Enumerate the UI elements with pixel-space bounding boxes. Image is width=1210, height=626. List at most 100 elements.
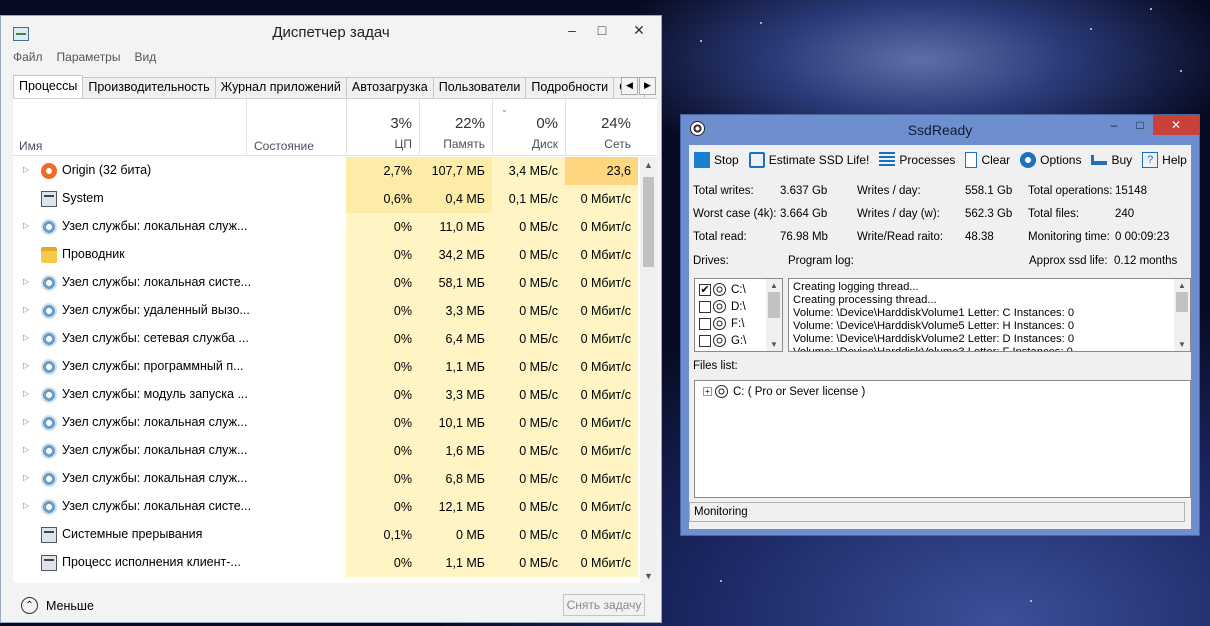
tab-processes[interactable]: Процессы bbox=[13, 75, 84, 98]
expand-arrow-icon[interactable]: ▷ bbox=[23, 361, 29, 370]
cell-mem: 1,6 МБ bbox=[419, 437, 492, 465]
clear-button[interactable]: Clear bbox=[965, 152, 1010, 168]
stat-label: Writes / day (w): bbox=[857, 208, 940, 220]
tab-users[interactable]: Пользователи bbox=[432, 77, 527, 98]
drives-scrollbar[interactable]: ▲ ▼ bbox=[766, 279, 782, 351]
drive-label: C:\ bbox=[731, 283, 746, 296]
drive-item[interactable]: ✔ C:\ bbox=[699, 282, 746, 297]
buy-button[interactable]: Buy bbox=[1091, 153, 1132, 167]
program-log[interactable]: Creating logging thread... Creating proce… bbox=[788, 278, 1191, 352]
expand-arrow-icon[interactable]: ▷ bbox=[23, 221, 29, 230]
expand-arrow-icon[interactable]: ▷ bbox=[23, 277, 29, 286]
column-cpu[interactable]: 3% ЦП bbox=[346, 99, 419, 156]
process-row[interactable]: ▷ Узел службы: локальная служ... 0% 1,6 МБ 0… bbox=[13, 437, 638, 465]
drive-item[interactable]: G:\ bbox=[699, 333, 746, 348]
process-row[interactable]: ▷ Узел службы: локальная систе... 0% 58,1 М… bbox=[13, 269, 638, 297]
process-row[interactable]: Системные прерывания 0,1% 0 МБ 0 МБ/с 0 Мбит… bbox=[13, 521, 638, 549]
stat-label: Worst case (4k): bbox=[693, 208, 777, 220]
column-network[interactable]: 24% Сеть bbox=[565, 99, 638, 156]
cell-mem: 11,0 МБ bbox=[419, 213, 492, 241]
process-row[interactable]: ▷ Узел службы: модуль запуска ... 0% 3,3 МБ… bbox=[13, 381, 638, 409]
tab-scroll-right-icon[interactable]: ▶ bbox=[639, 77, 656, 95]
drive-checkbox[interactable]: ✔ bbox=[699, 283, 711, 296]
close-button[interactable]: ✕ bbox=[617, 16, 661, 44]
drive-item[interactable]: D:\ bbox=[699, 299, 746, 314]
ssd-title-bar[interactable]: SsdReady – □ ✕ bbox=[681, 115, 1199, 144]
file-tree-node[interactable]: + C: ( Pro or Sever license ) bbox=[703, 385, 865, 398]
process-row[interactable]: ▷ Узел службы: локальная служ... 0% 10,1 МБ… bbox=[13, 409, 638, 437]
minimize-button[interactable]: – bbox=[557, 16, 587, 44]
tab-scroll-left-icon[interactable]: ◀ bbox=[621, 77, 638, 95]
expand-arrow-icon[interactable]: ▷ bbox=[23, 165, 29, 174]
drive-checkbox[interactable] bbox=[699, 334, 711, 347]
maximize-button[interactable]: □ bbox=[587, 16, 617, 44]
gear-icon bbox=[41, 471, 57, 487]
expand-plus-icon[interactable]: + bbox=[703, 387, 712, 396]
column-status[interactable]: Состояние bbox=[246, 99, 346, 156]
process-row[interactable]: ▷ Узел службы: локальная служ... 0% 6,8 МБ 0… bbox=[13, 465, 638, 493]
processes-button[interactable]: Processes bbox=[879, 152, 955, 168]
drive-checkbox[interactable] bbox=[699, 300, 711, 313]
cell-net: 0 Мбит/с bbox=[565, 325, 638, 353]
cell-disk: 0 МБ/с bbox=[492, 297, 565, 325]
expand-arrow-icon[interactable]: ▷ bbox=[23, 333, 29, 342]
cell-mem: 3,3 МБ bbox=[419, 381, 492, 409]
menu-options[interactable]: Параметры bbox=[57, 50, 121, 64]
cell-cpu: 0% bbox=[346, 409, 419, 437]
cell-mem: 107,7 МБ bbox=[419, 157, 492, 185]
end-task-button[interactable]: Снять задачу bbox=[563, 594, 645, 616]
estimate-icon bbox=[748, 152, 765, 168]
options-button[interactable]: Options bbox=[1020, 152, 1081, 168]
process-row[interactable]: ▷ Origin (32 бита) 2,7% 107,7 МБ 3,4 МБ/с 23,… bbox=[13, 157, 638, 206]
process-row[interactable]: Проводник 0% 34,2 МБ 0 МБ/с 0 Мбит/с bbox=[13, 241, 638, 269]
expand-arrow-icon[interactable]: ▷ bbox=[23, 417, 29, 426]
fewer-details-link[interactable]: Меньше bbox=[46, 599, 94, 613]
column-memory[interactable]: 22% Память bbox=[419, 99, 492, 156]
tab-startup[interactable]: Автозагрузка bbox=[345, 77, 434, 98]
expand-arrow-icon[interactable]: ▷ bbox=[23, 305, 29, 314]
process-name: Узел службы: локальная служ... bbox=[62, 443, 248, 457]
stop-button[interactable]: Stop bbox=[694, 152, 739, 168]
process-row[interactable]: ▷ Узел службы: программный п... 0% 1,1 МБ 0 … bbox=[13, 353, 638, 381]
process-row[interactable]: ▷ Узел службы: локальная служ... 0% 11,0 МБ… bbox=[13, 213, 638, 241]
expand-arrow-icon[interactable]: ▷ bbox=[23, 445, 29, 454]
title-bar[interactable]: Диспетчер задач – □ ✕ bbox=[1, 16, 661, 46]
process-row[interactable]: ▷ Узел службы: локальная систе... 0% 12,1 М… bbox=[13, 493, 638, 521]
process-row[interactable]: ▷ Узел службы: сетевая служба ... 0% 6,4 МБ… bbox=[13, 325, 638, 353]
tab-app-history[interactable]: Журнал приложений bbox=[214, 77, 347, 98]
column-disk[interactable]: ⌄ 0% Диск bbox=[492, 99, 565, 156]
expand-arrow-icon[interactable]: ▷ bbox=[23, 389, 29, 398]
scroll-down-icon[interactable]: ▼ bbox=[640, 568, 657, 583]
expand-arrow-icon[interactable]: ▷ bbox=[23, 473, 29, 482]
process-row[interactable]: Процесс исполнения клиент-... 0% 1,1 МБ 0 М… bbox=[13, 549, 638, 577]
files-tree[interactable]: + C: ( Pro or Sever license ) bbox=[694, 380, 1191, 498]
ssd-minimize-button[interactable]: – bbox=[1101, 115, 1127, 135]
cell-disk: 3,4 МБ/с bbox=[492, 157, 565, 185]
drive-checkbox[interactable] bbox=[699, 317, 711, 330]
scroll-up-icon[interactable]: ▲ bbox=[640, 157, 657, 173]
fewer-details-icon[interactable]: ⌃ bbox=[21, 597, 38, 614]
estimate-button[interactable]: Estimate SSD Life! bbox=[748, 152, 869, 168]
process-row[interactable]: ▷ Узел службы: удаленный вызо... 0% 3,3 МБ 0… bbox=[13, 297, 638, 325]
cell-mem: 1,1 МБ bbox=[419, 549, 492, 577]
drive-icon bbox=[713, 300, 726, 313]
scrollbar-thumb[interactable] bbox=[643, 177, 654, 267]
cell-mem: 0,4 МБ bbox=[419, 185, 492, 213]
help-button[interactable]: ? Help bbox=[1142, 152, 1187, 168]
expand-arrow-icon[interactable]: ▷ bbox=[23, 501, 29, 510]
ssd-close-button[interactable]: ✕ bbox=[1153, 115, 1199, 135]
menu-file[interactable]: Файл bbox=[13, 50, 43, 64]
process-row[interactable]: System 0,6% 0,4 МБ 0,1 МБ/с 0 Мбит/с bbox=[13, 185, 638, 213]
tab-performance[interactable]: Производительность bbox=[82, 77, 216, 98]
stat-value: 240 bbox=[1115, 208, 1135, 220]
drive-item[interactable]: F:\ bbox=[699, 316, 744, 331]
ssd-maximize-button[interactable]: □ bbox=[1127, 115, 1153, 135]
log-scrollbar[interactable]: ▲ ▼ bbox=[1174, 279, 1190, 351]
cell-disk: 0 МБ/с bbox=[492, 521, 565, 549]
process-list-scrollbar[interactable]: ▲ ▼ bbox=[640, 157, 657, 583]
stat-value: 3.664 Gb bbox=[780, 208, 828, 220]
process-name: Узел службы: модуль запуска ... bbox=[62, 387, 248, 401]
column-name[interactable]: Имя bbox=[19, 139, 42, 153]
menu-view[interactable]: Вид bbox=[134, 50, 156, 64]
tab-details[interactable]: Подробности bbox=[525, 77, 615, 98]
